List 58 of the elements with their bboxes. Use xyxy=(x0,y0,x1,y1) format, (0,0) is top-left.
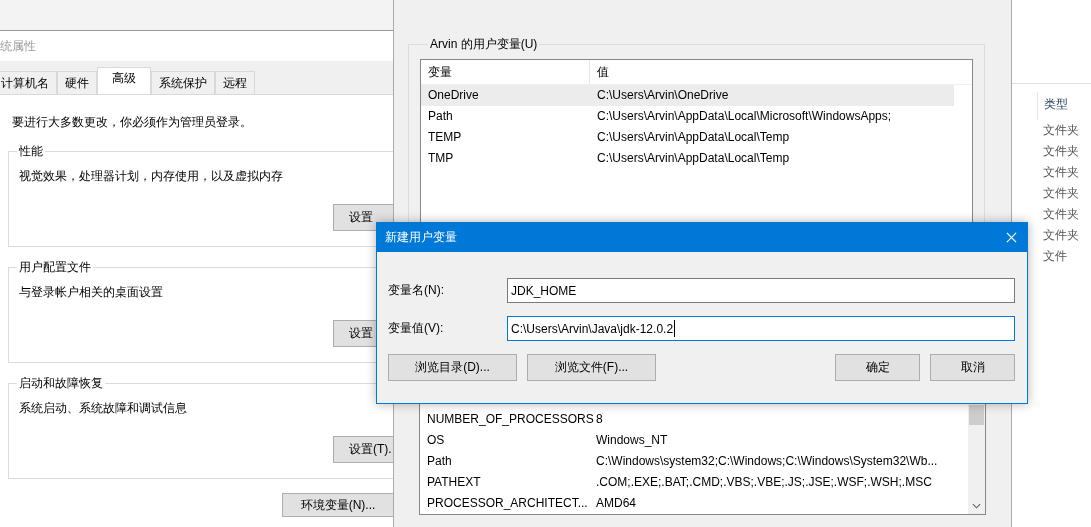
file-type-text: 文件夹 xyxy=(1043,143,1080,160)
table-cell-text: PATHEXT xyxy=(426,474,482,491)
list-row[interactable]: TEMP C:\Users\Arvin\AppData\Local\Temp xyxy=(421,127,954,148)
group-title: 启动和故障恢复 xyxy=(18,375,104,392)
file-type-text: 文件 xyxy=(1043,248,1068,265)
table-cell-text: 8 xyxy=(595,411,603,428)
settings-button[interactable]: 设置(T). xyxy=(333,436,393,463)
settings-button[interactable]: 设置 xyxy=(333,204,393,231)
table-cell-text: C:\Windows\system32;C:\Windows;C:\Windows\System32\Wb... xyxy=(595,453,938,470)
field-label: 变量名(N): xyxy=(388,282,445,299)
description-text: 系统启动、系统故障和调试信息 xyxy=(18,400,187,417)
tab[interactable]: 硬件 xyxy=(57,71,97,94)
dialog-button[interactable]: 浏览文件(F)... xyxy=(527,354,656,381)
dialog-title: 新建用户变量 xyxy=(385,229,457,246)
tab[interactable]: 计算机名 xyxy=(0,71,57,94)
scroll-thumb[interactable] xyxy=(969,405,984,425)
close-icon[interactable] xyxy=(1006,232,1017,243)
table-cell-text: C:\Users\Arvin\OneDrive xyxy=(596,87,729,104)
input-field[interactable]: JDK_HOME xyxy=(507,278,1015,303)
file-type-text: 文件夹 xyxy=(1043,164,1080,181)
column-header[interactable]: 值 xyxy=(590,60,609,84)
group-title: 用户配置文件 xyxy=(18,259,92,276)
table-cell-text: .COM;.EXE;.BAT;.CMD;.VBS;.VBE;.JS;.JSE;.WSF;.WSH;.MSC xyxy=(595,474,932,491)
table-cell-text: Path xyxy=(427,108,454,125)
list-row[interactable]: TMP C:\Users\Arvin\AppData\Local\Temp xyxy=(421,148,954,169)
table-cell-text: OS xyxy=(426,432,446,449)
window-title: 统属性 xyxy=(0,37,36,55)
list-row[interactable]: Path C:\Users\Arvin\AppData\Local\Microsoft\WindowsApps; xyxy=(421,106,954,127)
dialog-button[interactable]: 确定 xyxy=(835,354,920,381)
table-cell-text: AMD64 xyxy=(595,495,636,512)
table-cell-text: Path xyxy=(426,453,453,470)
input-field[interactable]: C:\Users\Arvin\Java\jdk-12.0.2 xyxy=(507,316,1015,341)
column-header[interactable]: 变量 xyxy=(421,60,590,84)
table-cell-text: TMP xyxy=(427,150,455,167)
list-row[interactable]: OneDrive C:\Users\Arvin\OneDrive xyxy=(421,85,954,106)
environment-variables-button[interactable]: 环境变量(N)... xyxy=(282,493,393,517)
column-header[interactable]: 类型 xyxy=(1037,92,1091,120)
table-cell-text: C:\Users\Arvin\AppData\Local\Microsoft\WindowsApps; xyxy=(596,108,892,125)
table-cell-text: C:\Users\Arvin\AppData\Local\Temp xyxy=(596,129,790,146)
tab[interactable]: 远程 xyxy=(215,71,255,94)
table-cell-text: C:\Users\Arvin\AppData\Local\Temp xyxy=(596,150,790,167)
notice-text: 要进行大多数更改，你必须作为管理员登录。 xyxy=(11,114,253,131)
tab[interactable]: 系统保护 xyxy=(151,71,215,94)
file-type-text: 文件夹 xyxy=(1043,185,1080,202)
file-type-text: 文件夹 xyxy=(1043,227,1080,244)
dialog-button[interactable]: 取消 xyxy=(930,354,1015,381)
table-cell-text: OneDrive xyxy=(427,87,480,104)
dialog-button[interactable]: 浏览目录(D)... xyxy=(388,354,517,381)
description-text: 与登录帐户相关的桌面设置 xyxy=(18,284,163,301)
group-title: Arvin 的用户变量(U) xyxy=(429,36,539,53)
table-cell-text: TEMP xyxy=(427,129,463,146)
table-cell-text: PROCESSOR_ARCHITECT... xyxy=(426,495,589,512)
file-type-text: 文件夹 xyxy=(1043,122,1080,139)
table-cell-text: Windows_NT xyxy=(595,432,668,449)
file-type-text: 文件夹 xyxy=(1043,206,1080,223)
description-text: 视觉效果，处理器计划，内存使用，以及虚拟内存 xyxy=(18,168,283,185)
tab[interactable]: 高级 xyxy=(97,67,151,94)
group-title: 性能 xyxy=(18,143,44,160)
